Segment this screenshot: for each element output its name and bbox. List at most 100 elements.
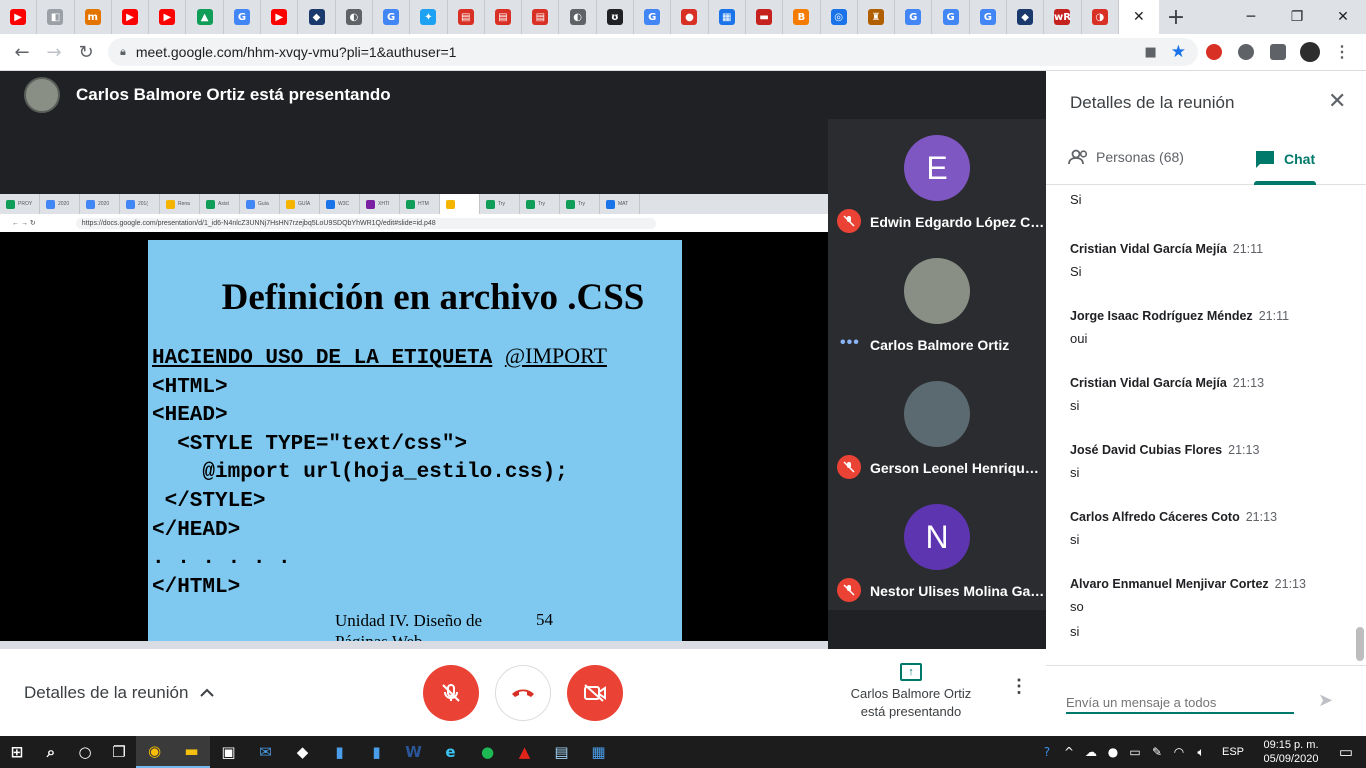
browser-tab-active[interactable]: ✕	[1118, 0, 1159, 34]
edge-icon[interactable]: e	[432, 736, 469, 768]
chat-message-header: Cristian Vidal García Mejía 21:13	[1070, 374, 1350, 392]
browser-tab[interactable]: m	[75, 0, 112, 34]
volume-icon[interactable]: 🔈︎	[1190, 745, 1212, 760]
browser-tab[interactable]: ◑	[1082, 0, 1119, 34]
search-icon[interactable]: ⌕	[34, 736, 68, 768]
language-indicator[interactable]: ESP	[1222, 746, 1244, 758]
chat-message-input[interactable]	[1066, 692, 1294, 714]
browser-tab[interactable]: B	[783, 0, 821, 34]
puzzle-icon[interactable]	[1262, 44, 1294, 60]
browser-tab[interactable]: ▶	[149, 0, 187, 34]
menu-icon[interactable]: ⋮	[1326, 42, 1358, 62]
browser-tab[interactable]: ▶	[0, 0, 38, 34]
reload-button[interactable]: ↻	[70, 42, 102, 63]
window-close-button[interactable]: ✕	[1320, 0, 1366, 34]
browser-tab[interactable]: ▤	[485, 0, 523, 34]
lock-icon[interactable]: 🔒︎	[120, 45, 126, 59]
battery-icon[interactable]: ▭	[1124, 745, 1146, 759]
browser-tab[interactable]: ▶	[261, 0, 299, 34]
network-icon[interactable]: ◠	[1168, 745, 1190, 759]
mic-toggle-button[interactable]	[423, 665, 479, 721]
dropbox-icon[interactable]: ◆	[284, 736, 321, 768]
new-tab-button[interactable]: +	[1159, 0, 1193, 34]
microphone-icon[interactable]: ●	[1102, 745, 1124, 759]
cortana-icon[interactable]: ○	[68, 736, 102, 768]
pen-icon[interactable]: ✎	[1146, 745, 1168, 759]
browser-tab[interactable]: ◎	[821, 0, 858, 34]
store-icon[interactable]: ▣	[210, 736, 247, 768]
close-tab-icon[interactable]: ✕	[1133, 9, 1145, 25]
chat-message: Carlos Alfredo Cáceres Coto 21:13 si	[1070, 508, 1350, 547]
participant-tile[interactable]: E Edwin Edgardo López Cuel...	[828, 119, 1046, 242]
app-icon[interactable]: ▮	[321, 736, 358, 768]
clock[interactable]: 09:15 p. m. 05/09/2020	[1256, 738, 1326, 766]
shared-tab-icon	[246, 199, 255, 209]
browser-tab[interactable]: G	[970, 0, 1008, 34]
meeting-details-button[interactable]: Detalles de la reunión	[24, 683, 215, 703]
task-view-icon[interactable]: ❐	[102, 736, 136, 768]
chat-message-list[interactable]: Si Cristian Vidal García Mejía 21:11 Si Jorg…	[1046, 186, 1366, 661]
chevron-up-icon[interactable]: ^	[1058, 745, 1080, 759]
browser-tab[interactable]: ▦	[709, 0, 746, 34]
bookmark-star-icon[interactable]: ★	[1171, 42, 1186, 62]
browser-tab[interactable]: G	[224, 0, 262, 34]
mail-icon[interactable]: ✉	[247, 736, 284, 768]
forward-button[interactable]: →	[38, 42, 70, 63]
windows-start-icon[interactable]: ⊞	[0, 736, 34, 768]
word-icon[interactable]: W	[395, 736, 432, 768]
browser-tab[interactable]: ●	[671, 0, 709, 34]
browser-tab[interactable]: ◧	[37, 0, 75, 34]
browser-tab[interactable]: ✦	[410, 0, 448, 34]
shared-tab-icon	[206, 199, 215, 209]
minimize-button[interactable]: ─	[1228, 0, 1274, 34]
acrobat-icon[interactable]: ▲	[506, 736, 543, 768]
chrome-icon[interactable]: ◉	[136, 736, 173, 768]
profile-avatar[interactable]	[1294, 42, 1326, 62]
participant-tile[interactable]: Gerson Leonel Henriquez ...	[828, 365, 1046, 488]
hang-up-icon	[512, 689, 534, 697]
browser-tab[interactable]: ◐	[336, 0, 373, 34]
camera-icon[interactable]: ■	[1144, 45, 1156, 60]
browser-tab[interactable]: ▬	[746, 0, 784, 34]
participant-tile[interactable]: ••• Carlos Balmore Ortiz	[828, 242, 1046, 365]
send-icon[interactable]: ➤	[1318, 690, 1333, 711]
browser-tab[interactable]: G	[895, 0, 933, 34]
tab-chat[interactable]: Chat	[1254, 149, 1315, 169]
app-icon[interactable]: ▮	[358, 736, 395, 768]
camera-toggle-button[interactable]	[567, 665, 623, 721]
browser-tab[interactable]: G	[634, 0, 672, 34]
leave-call-button[interactable]	[495, 665, 551, 721]
spotify-icon[interactable]: ●	[469, 736, 506, 768]
browser-tab[interactable]: ♜	[858, 0, 896, 34]
browser-tab[interactable]: G	[932, 0, 970, 34]
notifications-icon[interactable]: ▭	[1326, 743, 1366, 761]
maximize-button[interactable]: ❐	[1274, 0, 1320, 34]
onedrive-icon[interactable]: ☁	[1080, 745, 1102, 759]
presenting-indicator[interactable]: ↑ Carlos Balmore Ortiz está presentando	[838, 663, 984, 721]
notepad-icon[interactable]: ▤	[543, 736, 580, 768]
browser-tab[interactable]: ▤	[448, 0, 485, 34]
back-button[interactable]: ←	[6, 42, 38, 63]
close-icon[interactable]: ✕	[1328, 89, 1346, 114]
extension-icon[interactable]	[1230, 44, 1262, 60]
participant-tile[interactable]: N Nestor Ulises Molina García	[828, 488, 1046, 611]
participant-name: Edwin Edgardo López Cuel...	[870, 214, 1046, 230]
browser-tab[interactable]: wR	[1044, 0, 1082, 34]
browser-tab[interactable]: ▶	[112, 0, 150, 34]
chat-scrollbar[interactable]	[1356, 627, 1364, 661]
browser-tab[interactable]: ▤	[522, 0, 560, 34]
chat-icon	[1256, 151, 1274, 168]
extension-icon[interactable]	[1198, 44, 1230, 60]
help-icon[interactable]: ?	[1036, 745, 1058, 759]
browser-tab[interactable]: G	[373, 0, 411, 34]
file-explorer-icon[interactable]: ▬	[173, 736, 210, 768]
browser-tab[interactable]: ◆	[1007, 0, 1045, 34]
browser-tab[interactable]: ▲	[186, 0, 224, 34]
browser-tab[interactable]: ◆	[298, 0, 336, 34]
browser-tab[interactable]: ʊ	[597, 0, 635, 34]
address-bar[interactable]: 🔒︎ meet.google.com/hhm-xvqy-vmu?pli=1&au…	[108, 38, 1198, 66]
tab-people[interactable]: Personas (68)	[1068, 149, 1184, 165]
browser-tab[interactable]: ◐	[559, 0, 597, 34]
photos-icon[interactable]: ▦	[580, 736, 617, 768]
more-options-button[interactable]: ⋮	[1010, 677, 1028, 695]
